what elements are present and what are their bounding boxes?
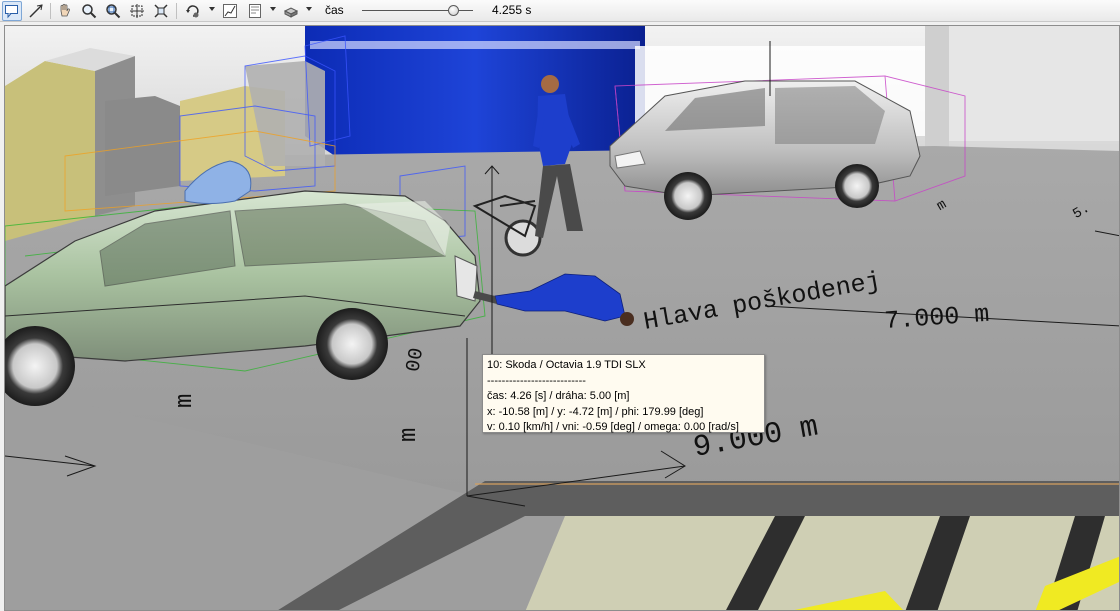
rotate-dropdown-icon[interactable]	[209, 7, 215, 11]
curb-area	[525, 516, 1119, 610]
rotate-view-icon[interactable]	[183, 1, 203, 21]
time-value: 4.255 s	[492, 3, 532, 17]
right-wall	[935, 26, 1119, 141]
scene-canvas[interactable]: Hlava poškodenej 7.000 m 9.000 m m m 00 …	[5, 26, 1120, 611]
measure-line-icon[interactable]	[26, 1, 46, 21]
scene-label-m2: m	[396, 428, 423, 442]
tooltip-time-distance: čas: 4.26 [s] / dráha: 5.00 [m]	[487, 390, 630, 402]
zoom-extents-icon[interactable]	[127, 1, 147, 21]
time-slider[interactable]	[362, 5, 473, 16]
shading-dropdown-icon[interactable]	[306, 7, 312, 11]
scene-label-m1: m	[172, 394, 199, 408]
toolbar: čas 4.255 s	[0, 0, 1120, 22]
tooltip-velocity: v: 0.10 [km/h] / vni: -0.59 [deg] / omeg…	[487, 421, 739, 433]
zoom-window-icon[interactable]	[103, 1, 123, 21]
graph-icon[interactable]	[220, 1, 240, 21]
time-label: čas	[325, 3, 344, 17]
zoom-fit-icon[interactable]	[151, 1, 171, 21]
tooltip-select-icon[interactable]	[2, 1, 22, 21]
time-slider-thumb[interactable]	[448, 5, 460, 16]
tooltip-position: x: -10.58 [m] / y: -4.72 [m] / phi: 179.…	[487, 405, 704, 418]
3d-viewport[interactable]: Hlava poškodenej 7.000 m 9.000 m m m 00 …	[4, 25, 1120, 611]
scene-label-zeros: 00	[402, 346, 429, 374]
wall-pillar	[925, 26, 949, 166]
hand-icon[interactable]	[55, 1, 75, 21]
panel-icon[interactable]	[245, 1, 265, 21]
panel-dropdown-icon[interactable]	[270, 7, 276, 11]
tooltip-separator: ---------------------------	[487, 374, 586, 387]
box-left-1	[5, 61, 95, 241]
vehicle-info-tooltip: 10: Skoda / Octavia 1.9 TDI SLX --------…	[482, 354, 765, 433]
shading-icon[interactable]	[281, 1, 301, 21]
magnifier-icon[interactable]	[79, 1, 99, 21]
tooltip-title: 10: Skoda / Octavia 1.9 TDI SLX	[487, 359, 646, 371]
door-light-strip	[310, 41, 640, 49]
